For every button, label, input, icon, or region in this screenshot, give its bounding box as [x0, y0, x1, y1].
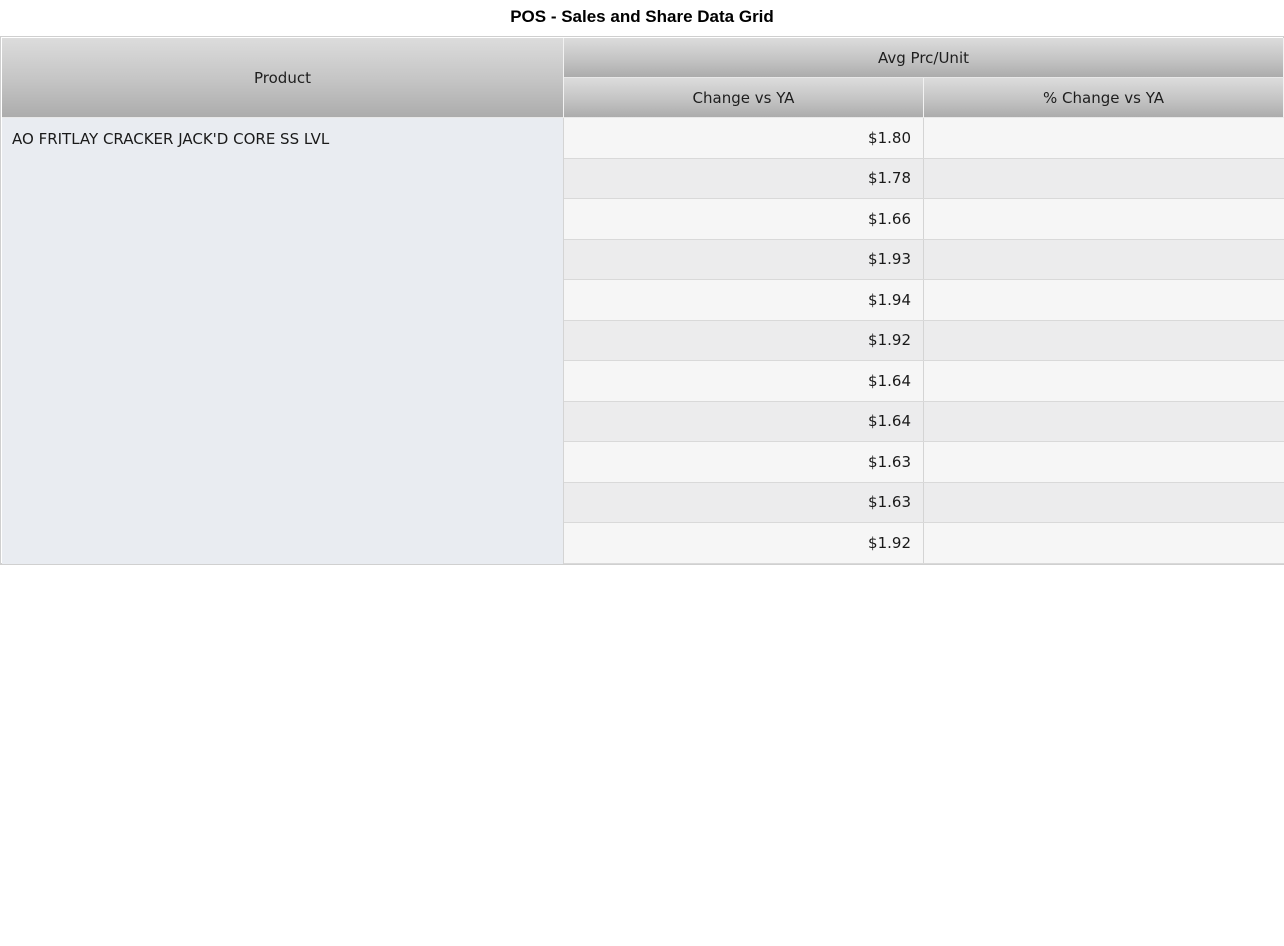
table-row: $1.80 [564, 118, 1284, 159]
change-vs-ya-cell: $1.63 [564, 482, 924, 522]
table-row: $1.63 [564, 482, 1284, 523]
column-header-change-vs-ya[interactable]: Change vs YA [564, 78, 924, 118]
pct-change-vs-ya-cell [924, 442, 1284, 482]
column-header-pct-change-vs-ya[interactable]: % Change vs YA [924, 78, 1284, 118]
change-vs-ya-cell: $1.92 [564, 320, 924, 360]
change-vs-ya-cell: $1.78 [564, 158, 924, 198]
change-vs-ya-cell: $1.80 [564, 118, 924, 158]
pct-change-vs-ya-cell [924, 118, 1284, 158]
table-row: $1.92 [564, 320, 1284, 361]
table-row: $1.66 [564, 199, 1284, 240]
change-vs-ya-cell: $1.93 [564, 239, 924, 279]
table-row: $1.93 [564, 239, 1284, 280]
product-name-cell: AO FRITLAY CRACKER JACK'D CORE SS LVL [2, 118, 564, 564]
change-vs-ya-cell: $1.94 [564, 280, 924, 320]
column-group-header-avg-prc-unit: Avg Prc/Unit [564, 38, 1284, 78]
pct-change-vs-ya-cell [924, 483, 1284, 523]
grid-rows: $1.80 $1.78 $1.66 $1.93 $1.94 $1.92 $1.64 $1.64… [564, 118, 1284, 564]
pct-change-vs-ya-cell [924, 361, 1284, 401]
column-header-product[interactable]: Product [2, 38, 564, 118]
change-vs-ya-cell: $1.66 [564, 199, 924, 239]
pct-change-vs-ya-cell [924, 199, 1284, 239]
change-vs-ya-cell: $1.64 [564, 401, 924, 441]
pct-change-vs-ya-cell [924, 240, 1284, 280]
pct-change-vs-ya-cell [924, 321, 1284, 361]
table-row: $1.64 [564, 401, 1284, 442]
change-vs-ya-cell: $1.64 [564, 361, 924, 401]
pct-change-vs-ya-cell [924, 280, 1284, 320]
change-vs-ya-cell: $1.92 [564, 523, 924, 563]
change-vs-ya-cell: $1.63 [564, 442, 924, 482]
data-grid: Product Avg Prc/Unit Change vs YA % Chan… [0, 36, 1284, 565]
pct-change-vs-ya-cell [924, 402, 1284, 442]
table-row: $1.94 [564, 280, 1284, 321]
table-row: $1.63 [564, 442, 1284, 483]
table-row: $1.78 [564, 158, 1284, 199]
table-row: $1.64 [564, 361, 1284, 402]
table-row: $1.92 [564, 523, 1284, 564]
pct-change-vs-ya-cell [924, 159, 1284, 199]
page-title: POS - Sales and Share Data Grid [510, 7, 774, 26]
pct-change-vs-ya-cell [924, 523, 1284, 563]
